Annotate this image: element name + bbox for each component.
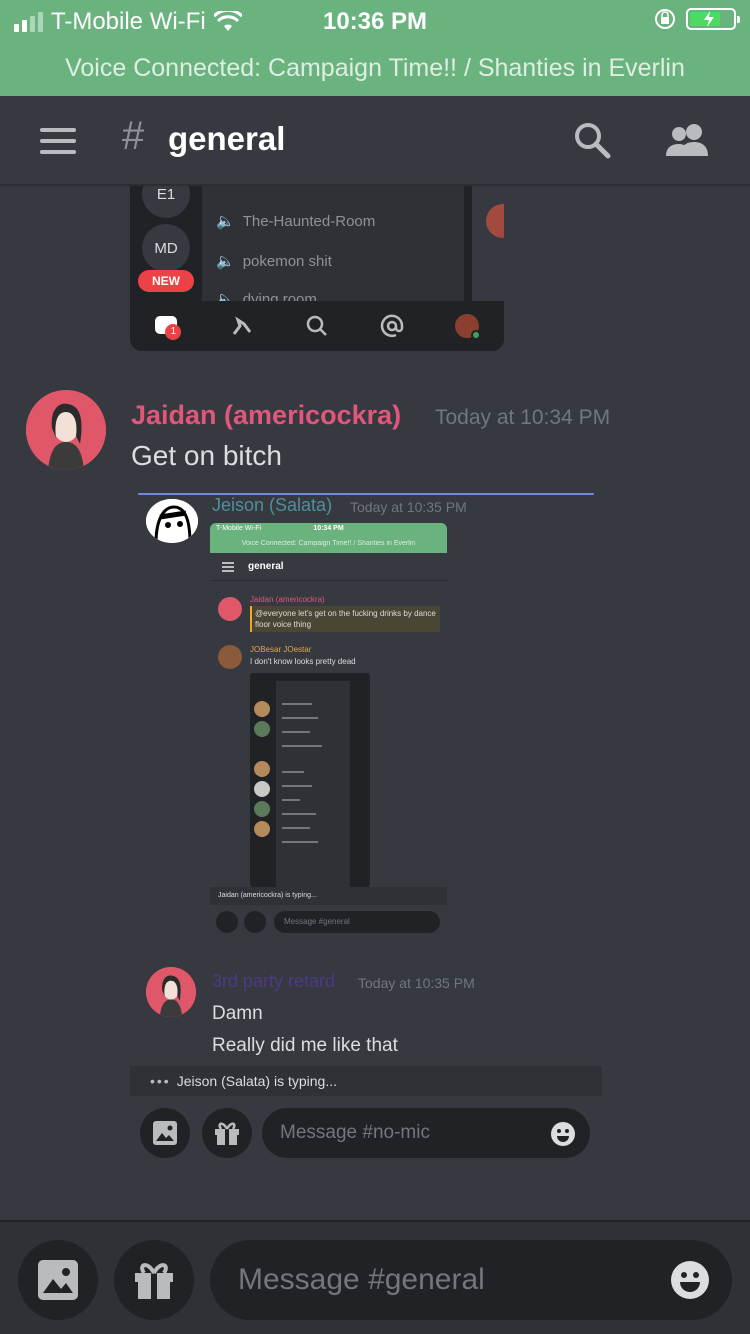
emoji-icon: [551, 1122, 575, 1146]
chat-peek: [472, 186, 504, 301]
search-icon: [306, 315, 327, 336]
channel-title: general: [168, 120, 286, 157]
message-list[interactable]: E1 MD NEW 🔈 The-Haunted-Room 🔈 pokemon shi…: [0, 186, 750, 1220]
voice-channel: 🔈 The-Haunted-Room: [216, 212, 376, 231]
channel-hash-icon: #: [122, 114, 145, 158]
menu-icon: [222, 562, 234, 574]
speaker-icon: 🔈: [216, 213, 235, 230]
clock: 10:36 PM: [322, 8, 428, 35]
embed-reply-text: Really did me like that: [212, 1035, 398, 1056]
voice-channel: 🔈 pokemon shit: [216, 252, 332, 271]
voice-connected-banner[interactable]: Voice Connected: Campaign Time!! / Shant…: [0, 54, 750, 83]
embed-avatar: [146, 499, 198, 543]
gift-icon: [202, 1108, 252, 1158]
nested-status-bar: T-Mobile Wi-Fi 10:34 PM Voice Connected:…: [210, 523, 447, 553]
embed-reply-timestamp: Today at 10:35 PM: [358, 975, 475, 991]
search-icon[interactable]: [572, 120, 612, 160]
message-input-wrapper: [210, 1240, 732, 1320]
typing-indicator: ••• Jeison (Salata) is typing...: [130, 1066, 602, 1096]
speaker-icon: 🔈: [216, 253, 235, 270]
profile-avatar-icon: [454, 314, 481, 340]
message-input[interactable]: [238, 1240, 638, 1320]
avatar: [218, 597, 242, 621]
guild-list: E1 MD NEW: [130, 186, 202, 301]
avatar[interactable]: [26, 390, 106, 470]
gift-icon: [135, 1263, 173, 1299]
image-attachment[interactable]: E1 MD NEW 🔈 The-Haunted-Room 🔈 pokemon shi…: [130, 186, 504, 351]
channel-header: # general: [0, 96, 750, 186]
avatar: [146, 967, 196, 1017]
embed-timestamp: Today at 10:35 PM: [350, 499, 467, 515]
embed-reply-text: Damn: [212, 1003, 263, 1024]
mentions-icon: [380, 314, 404, 338]
channel-panel: 🔈 The-Haunted-Room 🔈 pokemon shit 🔈 dying r…: [202, 186, 464, 308]
image-icon: [38, 1260, 78, 1300]
message-text: Get on bitch: [131, 440, 282, 471]
embed-message-input: Message #no-mic: [262, 1108, 590, 1158]
members-icon[interactable]: [664, 120, 712, 160]
tab-bar: 1: [130, 301, 504, 351]
gift-button[interactable]: [114, 1240, 194, 1320]
battery-icon: [686, 8, 740, 30]
composer-bar: [0, 1220, 750, 1334]
message-timestamp: Today at 10:34 PM: [435, 406, 611, 429]
message-author[interactable]: Jaidan (americockra): [131, 400, 401, 431]
emoji-button[interactable]: [670, 1260, 710, 1300]
new-badge: NEW: [138, 270, 194, 292]
menu-icon[interactable]: [40, 128, 76, 154]
image-attachment[interactable]: Jeison (Salata) Today at 10:35 PM T-Mobi…: [130, 493, 602, 1158]
avatar: [218, 645, 242, 669]
friends-icon: [232, 316, 252, 335]
nested-image: [250, 673, 370, 887]
nested-screenshot: T-Mobile Wi-Fi 10:34 PM Voice Connected:…: [210, 523, 447, 939]
status-bar: T-Mobile Wi-Fi 10:36 PM Voice Connected:…: [0, 0, 750, 96]
status-right: [654, 8, 740, 30]
guild-pill: E1: [142, 186, 190, 218]
embed-author: Jeison (Salata): [212, 495, 333, 515]
embed-divider: [138, 493, 594, 495]
image-icon: [140, 1108, 190, 1158]
discord-home-icon: 1: [155, 314, 182, 340]
upload-image-button[interactable]: [18, 1240, 98, 1320]
nested-header: general: [210, 553, 447, 581]
rotation-lock-icon: [655, 9, 675, 29]
embed-reply-author: 3rd party retard: [212, 971, 336, 991]
guild-pill: MD: [142, 224, 190, 272]
